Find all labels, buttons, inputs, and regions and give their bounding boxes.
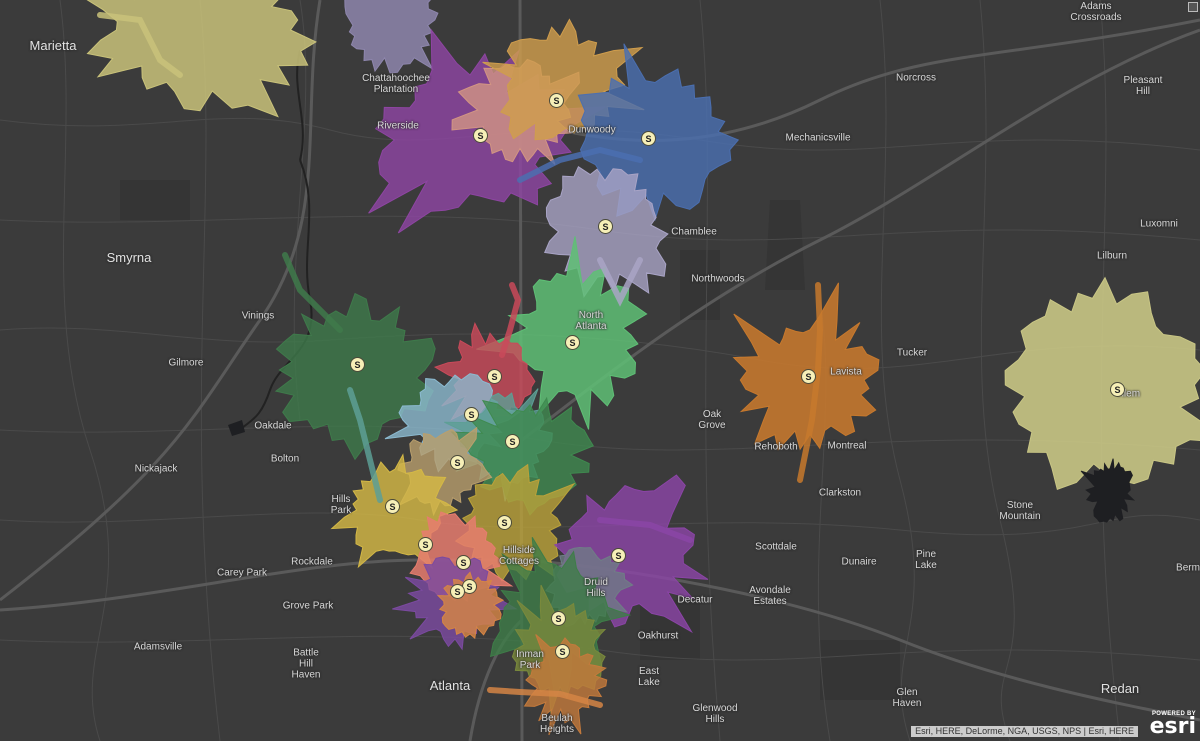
esri-wordmark: esri — [1149, 714, 1196, 739]
store-marker-icon[interactable]: S — [385, 499, 400, 514]
store-marker-icon[interactable]: S — [801, 369, 816, 384]
store-marker-icon[interactable]: S — [611, 548, 626, 563]
map-attribution: Esri, HERE, DeLorme, NGA, USGS, NPS | Es… — [911, 726, 1138, 737]
store-marker-icon[interactable]: S — [497, 515, 512, 530]
basemap — [0, 0, 1200, 741]
store-marker-icon[interactable]: S — [418, 537, 433, 552]
store-marker-icon[interactable]: S — [450, 455, 465, 470]
store-marker-icon[interactable]: S — [464, 407, 479, 422]
store-marker-icon[interactable]: S — [549, 93, 564, 108]
store-marker-icon[interactable]: S — [450, 584, 465, 599]
store-marker-icon[interactable]: S — [350, 357, 365, 372]
store-marker-icon[interactable]: S — [555, 644, 570, 659]
fullscreen-icon[interactable] — [1188, 2, 1198, 12]
store-marker-icon[interactable]: S — [598, 219, 613, 234]
store-marker-icon[interactable]: S — [505, 434, 520, 449]
store-marker-icon[interactable]: S — [1110, 382, 1125, 397]
store-marker-icon[interactable]: S — [565, 335, 580, 350]
store-marker-icon[interactable]: S — [473, 128, 488, 143]
store-marker-icon[interactable]: S — [641, 131, 656, 146]
store-marker-icon[interactable]: S — [487, 369, 502, 384]
store-marker-icon[interactable]: S — [456, 555, 471, 570]
map-view[interactable]: Marietta Adams Crossroads Chattahoochee Plan… — [0, 0, 1200, 741]
store-marker-icon[interactable]: S — [551, 611, 566, 626]
esri-logo[interactable]: POWERED BY esri — [1142, 711, 1196, 739]
